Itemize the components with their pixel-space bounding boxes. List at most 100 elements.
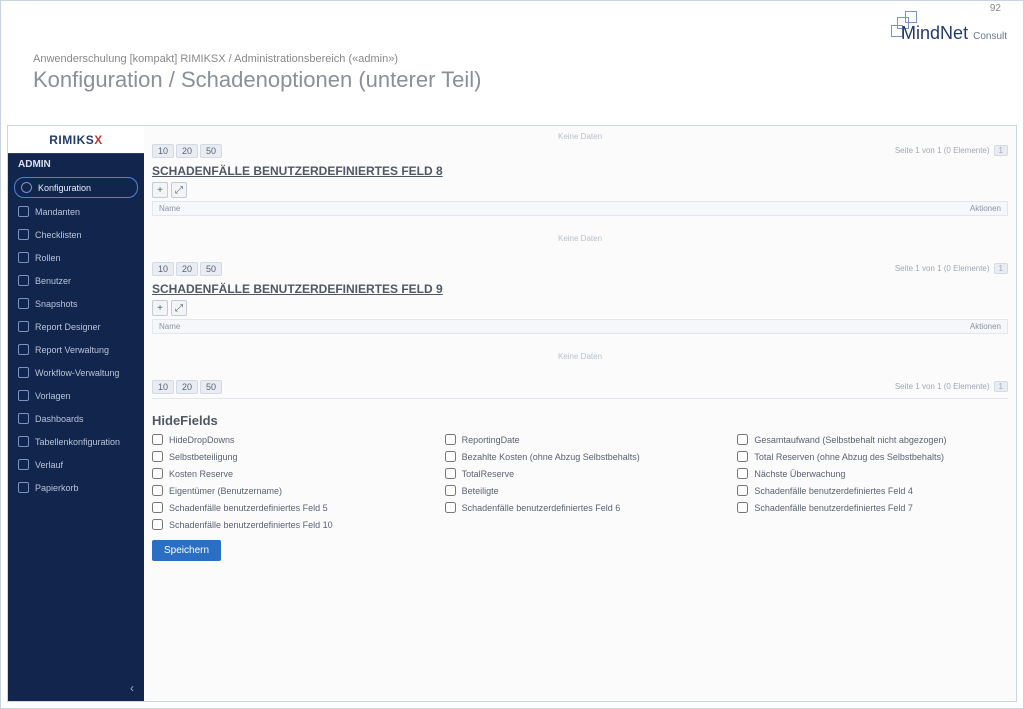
users-icon: [18, 206, 29, 217]
sidebar-item-rollen[interactable]: Rollen: [8, 246, 144, 269]
sidebar-item-snapshots[interactable]: Snapshots: [8, 292, 144, 315]
section-feld9: SCHADENFÄLLE BENUTZERDEFINIERTES FELD 9 …: [152, 282, 1008, 392]
sidebar-item-label: Tabellenkonfiguration: [35, 437, 120, 447]
sidebar-item-konfiguration[interactable]: Konfiguration: [14, 177, 138, 198]
camera-icon: [18, 298, 29, 309]
sidebar-item-vorlagen[interactable]: Vorlagen: [8, 384, 144, 407]
user-icon: [18, 275, 29, 286]
page-size-selector[interactable]: 102050: [152, 146, 224, 156]
checkbox[interactable]: [445, 485, 456, 496]
brand-text: RIMIKS: [49, 133, 94, 147]
chk-bezahlte-kosten[interactable]: Bezahlte Kosten (ohne Abzug Selbstbehalt…: [445, 451, 716, 462]
sidebar-item-tabellenkonfiguration[interactable]: Tabellenkonfiguration: [8, 430, 144, 453]
chk-feld10[interactable]: Schadenfälle benutzerdefiniertes Feld 10: [152, 519, 423, 530]
page-size-20[interactable]: 20: [176, 262, 198, 276]
chk-kostenreserve[interactable]: Kosten Reserve: [152, 468, 423, 479]
checkbox[interactable]: [152, 468, 163, 479]
pager-current[interactable]: 1: [994, 263, 1008, 274]
checkbox[interactable]: [737, 485, 748, 496]
page-size-50[interactable]: 50: [200, 262, 222, 276]
chk-label: Schadenfälle benutzerdefiniertes Feld 6: [462, 503, 621, 513]
checkbox[interactable]: [737, 502, 748, 513]
sidebar-item-label: Vorlagen: [35, 391, 71, 401]
table-icon: [18, 436, 29, 447]
sidebar-item-mandanten[interactable]: Mandanten: [8, 200, 144, 223]
no-data-label: Keine Daten: [152, 132, 1008, 141]
add-button[interactable]: +: [152, 300, 168, 316]
sidebar-item-label: Report Verwaltung: [35, 345, 109, 355]
page-size-20[interactable]: 20: [176, 380, 198, 394]
sidebar-item-papierkorb[interactable]: Papierkorb: [8, 476, 144, 499]
sidebar-item-label: Rollen: [35, 253, 61, 263]
sidebar-item-verlauf[interactable]: Verlauf: [8, 453, 144, 476]
checkbox[interactable]: [152, 502, 163, 513]
chk-label: HideDropDowns: [169, 435, 235, 445]
report-manage-icon: [18, 344, 29, 355]
checkbox[interactable]: [152, 485, 163, 496]
sidebar-item-checklisten[interactable]: Checklisten: [8, 223, 144, 246]
collapse-sidebar-icon[interactable]: ‹: [130, 681, 134, 695]
chk-reportingdate[interactable]: ReportingDate: [445, 434, 716, 445]
expand-button[interactable]: ⤢: [171, 182, 187, 198]
chk-label: Total Reserven (ohne Abzug des Selbstbeh…: [754, 452, 944, 462]
gear-icon: [21, 182, 32, 193]
page-number: 92: [990, 3, 1001, 14]
breadcrumb: Anwenderschulung [kompakt] RIMIKSX / Adm…: [33, 53, 481, 65]
sidebar-item-label: Snapshots: [35, 299, 78, 309]
page-size-20[interactable]: 20: [176, 144, 198, 158]
chk-naechste-ueberwachung[interactable]: Nächste Überwachung: [737, 468, 1008, 479]
admin-label: ADMIN: [8, 154, 144, 175]
page-size-selector[interactable]: 102050: [152, 264, 224, 274]
save-button[interactable]: Speichern: [152, 540, 221, 561]
checkbox[interactable]: [152, 434, 163, 445]
chk-feld7[interactable]: Schadenfälle benutzerdefiniertes Feld 7: [737, 502, 1008, 513]
sidebar-item-label: Mandanten: [35, 207, 80, 217]
chk-eigentuemer[interactable]: Eigentümer (Benutzername): [152, 485, 423, 496]
sidebar-item-benutzer[interactable]: Benutzer: [8, 269, 144, 292]
chk-label: Schadenfälle benutzerdefiniertes Feld 10: [169, 520, 333, 530]
page-size-10[interactable]: 10: [152, 262, 174, 276]
brand-sub: Consult: [973, 31, 1007, 42]
sidebar-item-report-verwaltung[interactable]: Report Verwaltung: [8, 338, 144, 361]
chk-label: Beteiligte: [462, 486, 499, 496]
chk-label: Nächste Überwachung: [754, 469, 845, 479]
checkbox[interactable]: [737, 468, 748, 479]
chk-beteiligte[interactable]: Beteiligte: [445, 485, 716, 496]
page-size-selector[interactable]: 102050: [152, 382, 224, 392]
checkbox[interactable]: [445, 468, 456, 479]
col-actions: Aktionen: [970, 322, 1001, 331]
history-icon: [18, 459, 29, 470]
checkbox[interactable]: [445, 502, 456, 513]
checkbox[interactable]: [737, 451, 748, 462]
chk-hidedropdowns[interactable]: HideDropDowns: [152, 434, 423, 445]
chk-totalreserve[interactable]: TotalReserve: [445, 468, 716, 479]
checkbox[interactable]: [152, 451, 163, 462]
pager-current[interactable]: 1: [994, 381, 1008, 392]
pager-current[interactable]: 1: [994, 145, 1008, 156]
trash-icon: [18, 482, 29, 493]
page-header: Anwenderschulung [kompakt] RIMIKSX / Adm…: [33, 53, 481, 93]
checkbox[interactable]: [737, 434, 748, 445]
chk-selbstbeteiligung[interactable]: Selbstbeteiligung: [152, 451, 423, 462]
chk-feld5[interactable]: Schadenfälle benutzerdefiniertes Feld 5: [152, 502, 423, 513]
chk-feld4[interactable]: Schadenfälle benutzerdefiniertes Feld 4: [737, 485, 1008, 496]
sidebar-item-dashboards[interactable]: Dashboards: [8, 407, 144, 430]
add-button[interactable]: +: [152, 182, 168, 198]
sidebar-item-label: Report Designer: [35, 322, 101, 332]
sidebar-item-report-designer[interactable]: Report Designer: [8, 315, 144, 338]
chk-totalreserven[interactable]: Total Reserven (ohne Abzug des Selbstbeh…: [737, 451, 1008, 462]
sidebar-item-workflow[interactable]: Workflow-Verwaltung: [8, 361, 144, 384]
page-size-50[interactable]: 50: [200, 380, 222, 394]
checkbox[interactable]: [445, 434, 456, 445]
page-size-50[interactable]: 50: [200, 144, 222, 158]
checkbox[interactable]: [445, 451, 456, 462]
checkbox[interactable]: [152, 519, 163, 530]
chk-label: Kosten Reserve: [169, 469, 233, 479]
chk-gesamtaufwand[interactable]: Gesamtaufwand (Selbstbehalt nicht abgezo…: [737, 434, 1008, 445]
hidefields-grid: HideDropDowns Selbstbeteiligung Kosten R…: [152, 434, 1008, 530]
expand-button[interactable]: ⤢: [171, 300, 187, 316]
page-size-10[interactable]: 10: [152, 144, 174, 158]
page-size-10[interactable]: 10: [152, 380, 174, 394]
no-data-label: Keine Daten: [152, 336, 1008, 377]
chk-feld6[interactable]: Schadenfälle benutzerdefiniertes Feld 6: [445, 502, 716, 513]
